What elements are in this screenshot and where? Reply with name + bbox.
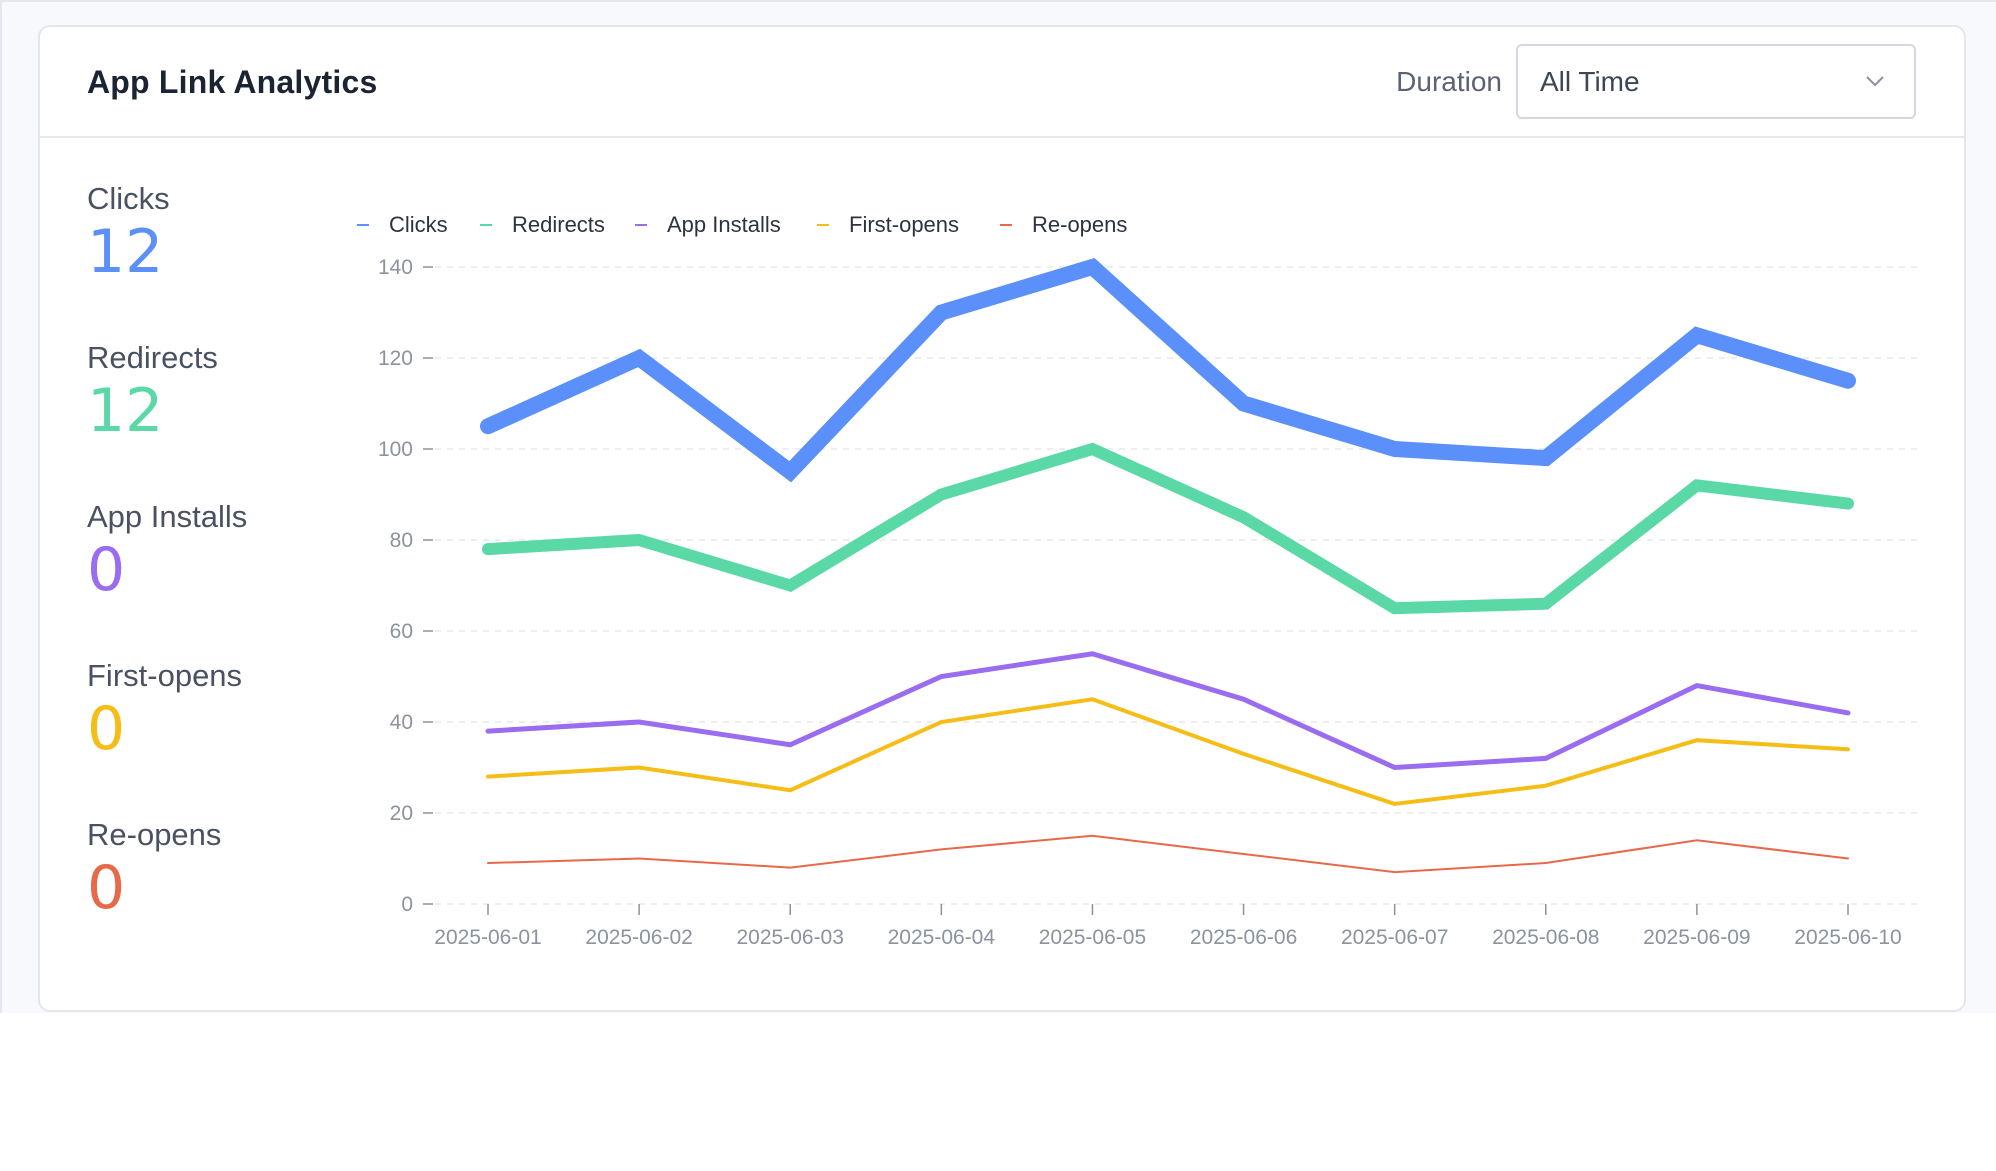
y-tick-label: 140 [378,256,413,279]
analytics-card: App Link Analytics Duration All Time Cli… [38,25,1966,1012]
legend-label: Redirects [512,212,605,237]
stat-value: 0 [87,535,126,605]
stat-value: 0 [87,853,126,923]
legend-label: First-opens [849,212,959,237]
y-tick-label: 60 [390,620,413,643]
stat-value: 12 [87,217,164,287]
chevron-down-icon [1864,66,1886,96]
stat-clicks: Clicks 12 [87,181,317,285]
stat-value: 12 [87,376,164,446]
stat-label: Redirects [87,340,218,375]
y-tick-label: 120 [378,347,413,370]
x-tick-label: 2025-06-08 [1492,926,1599,949]
series-line-app-installs [485,651,1851,771]
legend-label: Re-opens [1032,212,1127,237]
x-tick-label: 2025-06-09 [1643,926,1750,949]
line-chart: 0 20 40 60 80 100 120 140 2025-06-01 2025-06-02 20… [340,187,1940,967]
page-background: App Link Analytics Duration All Time Cli… [0,0,1996,1013]
stat-redirects: Redirects 12 [87,340,317,444]
y-tick-label: 80 [390,529,413,552]
card-header: App Link Analytics Duration All Time [40,27,1964,138]
x-tick-label: 2025-06-10 [1794,926,1901,949]
duration-label: Duration [1396,66,1502,97]
y-tick-label: 40 [390,711,413,734]
series-line-first-opens [486,697,1850,806]
legend-label: App Installs [667,212,781,237]
card-title: App Link Analytics [87,64,378,100]
x-tick-label: 2025-06-04 [888,926,996,949]
x-tick-label: 2025-06-06 [1190,926,1297,949]
y-tick-label: 20 [390,802,413,825]
duration-select[interactable]: All Time [1516,44,1916,119]
x-tick-label: 2025-06-03 [737,926,844,949]
x-tick-label: 2025-06-02 [585,926,692,949]
stat-label: App Installs [87,499,248,534]
duration-value: All Time [1540,66,1640,97]
y-tick-label: 0 [401,893,413,916]
x-tick-label: 2025-06-01 [434,926,541,949]
stat-label: First-opens [87,658,243,693]
stat-app-installs: App Installs 0 [87,499,317,603]
stat-first-opens: First-opens 0 [87,658,317,762]
x-tick-label: 2025-06-05 [1039,926,1146,949]
stat-value: 0 [87,694,126,764]
stat-label: Clicks [87,181,170,216]
chart-svg: 0 20 40 60 80 100 120 140 2025-06-01 2025-06-02 20… [357,212,1920,949]
stat-re-opens: Re-opens 0 [87,817,317,921]
stat-label: Re-opens [87,817,222,852]
x-tick-label: 2025-06-07 [1341,926,1448,949]
series-line-re-opens [487,834,1849,874]
series-line-redirects [482,442,1854,615]
legend-label: Clicks [389,212,448,237]
y-tick-label: 100 [378,438,413,461]
series-line-clicks [480,258,1856,483]
